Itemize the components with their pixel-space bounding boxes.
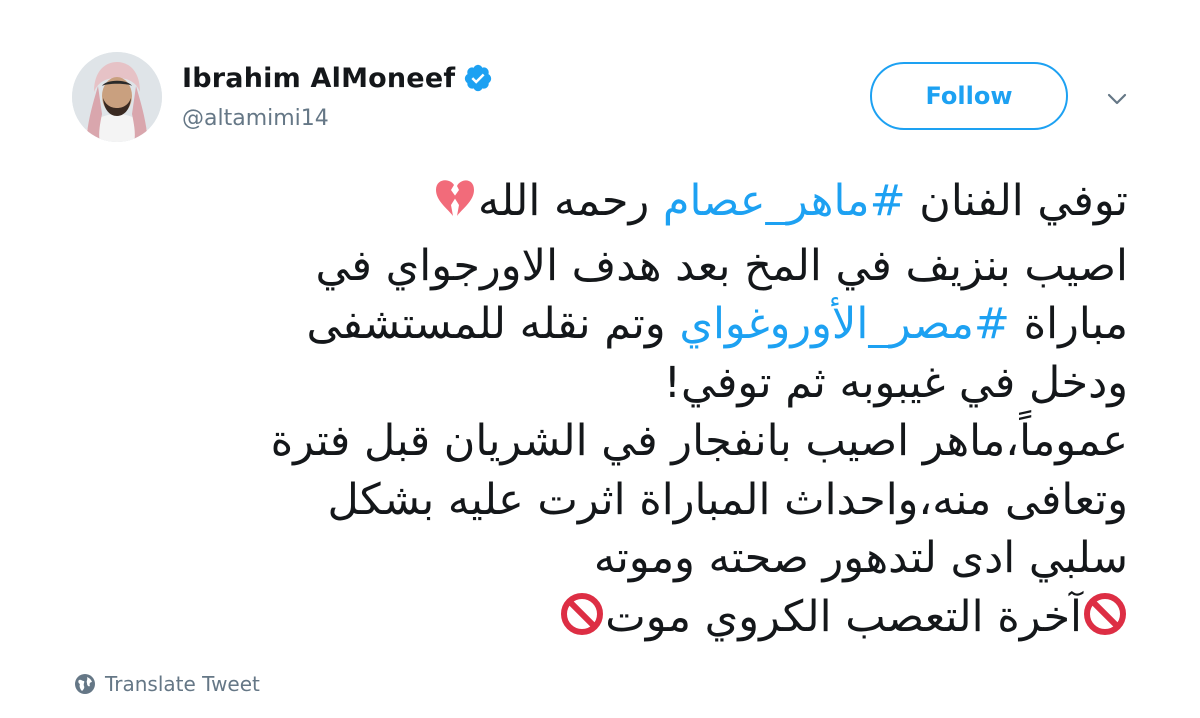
globe-icon <box>74 673 96 695</box>
translate-tweet-label: Translate Tweet <box>105 672 260 696</box>
tweet-text-segment: ودخل في غيبوبه ثم توفي! <box>663 357 1128 408</box>
tweet-text-segment: وتعافى منه،واحداث المباراة اثرت عليه بشك… <box>327 474 1128 525</box>
avatar-image <box>72 52 162 142</box>
tweet-text-segment: توفي الفنان <box>905 176 1128 226</box>
tweet-text-segment: رحمه الله <box>477 176 663 226</box>
hashtag-link[interactable]: #مصر_الأوروغواي <box>679 299 1010 349</box>
chevron-down-icon[interactable] <box>1103 88 1131 110</box>
follow-button[interactable]: Follow <box>870 62 1068 130</box>
user-handle[interactable]: @altamimi14 <box>182 106 493 131</box>
hashtag-link[interactable]: #ماهر_عصام <box>663 176 906 226</box>
tweet-line: آخرة التعصب الكروي موت <box>128 588 1128 653</box>
tweet-line: وتعافى منه،واحداث المباراة اثرت عليه بشك… <box>128 471 1128 530</box>
tweet-text-segment: مباراة <box>1009 299 1128 349</box>
tweet-text-segment: اصيب بنزيف في المخ بعد هدف الاورجواي في <box>315 240 1128 291</box>
translate-tweet-link[interactable]: Translate Tweet <box>74 672 260 696</box>
tweet-text-segment: عموماً،ماهر اصيب بانفجار في الشريان قبل … <box>270 416 1128 466</box>
user-info: Ibrahim AlMoneef @altamimi14 <box>182 58 493 131</box>
verified-badge-icon <box>463 63 493 93</box>
avatar[interactable] <box>72 52 162 142</box>
display-name-row: Ibrahim AlMoneef <box>182 58 493 98</box>
tweet-text-segment: سلبي ادى لتدهور صحته وموته <box>593 533 1128 583</box>
tweet-line: مباراة #مصر_الأوروغواي وتم نقله للمستشفى <box>128 295 1128 354</box>
display-name[interactable]: Ibrahim AlMoneef <box>182 63 455 94</box>
tweet-line: سلبي ادى لتدهور صحته وموته <box>128 529 1128 588</box>
broken-heart-icon <box>432 175 478 237</box>
tweet-line: ودخل في غيبوبه ثم توفي! <box>128 354 1128 413</box>
tweet-line: توفي الفنان #ماهر_عصام رحمه الله <box>128 172 1128 237</box>
prohibited-icon <box>1082 591 1128 653</box>
tweet-line: عموماً،ماهر اصيب بانفجار في الشريان قبل … <box>128 412 1128 471</box>
tweet-text-segment: آخرة التعصب الكروي موت <box>605 591 1082 642</box>
prohibited-icon <box>559 591 605 653</box>
tweet-text: توفي الفنان #ماهر_عصام رحمه الله اصيب بنز… <box>128 172 1128 652</box>
tweet-line: اصيب بنزيف في المخ بعد هدف الاورجواي في <box>128 237 1128 296</box>
tweet-card: Ibrahim AlMoneef @altamimi14 Follow توفي… <box>0 0 1200 718</box>
tweet-text-segment: وتم نقله للمستشفى <box>306 299 680 349</box>
